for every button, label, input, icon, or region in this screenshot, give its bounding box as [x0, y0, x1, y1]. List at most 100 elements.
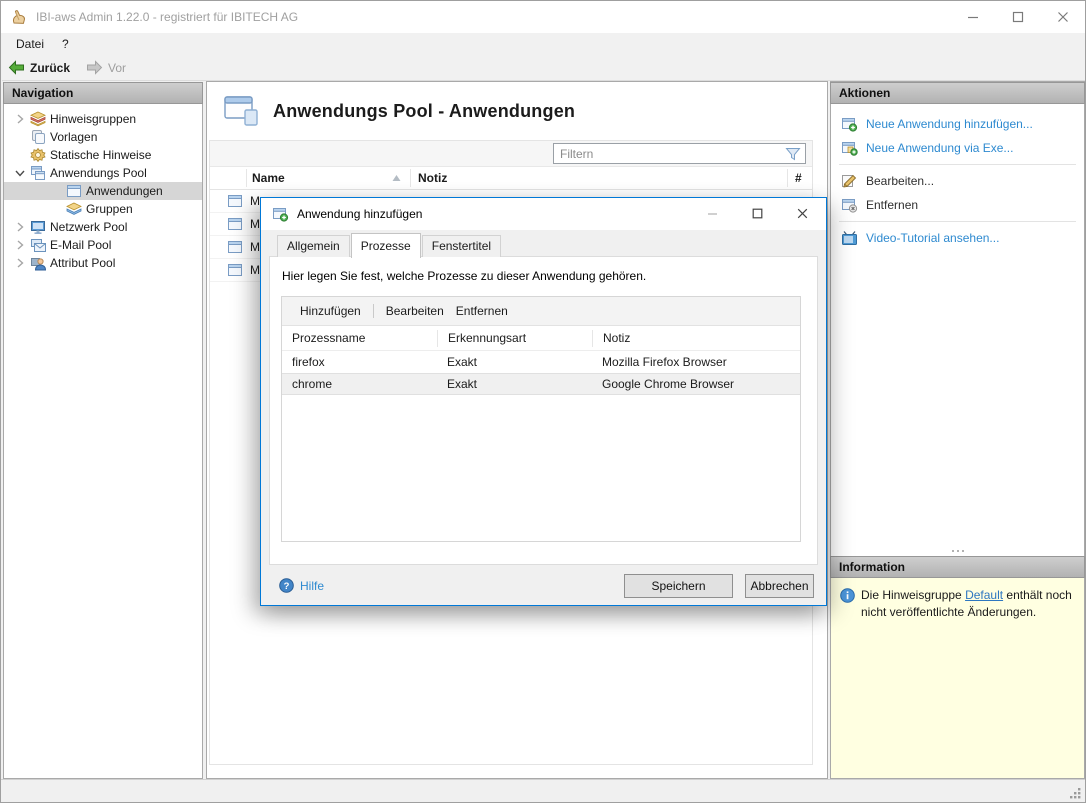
cell-erkennungsart: Exakt: [437, 355, 592, 369]
dialog-close-button[interactable]: [787, 202, 817, 224]
forward-button-label: Vor: [108, 61, 126, 75]
actions-list: Neue Anwendung hinzufügen... Neue Anwend…: [831, 104, 1084, 546]
windows-stack-icon: [30, 165, 46, 181]
funnel-icon[interactable]: [784, 146, 802, 162]
action-new-application[interactable]: Neue Anwendung hinzufügen...: [831, 112, 1084, 136]
nav-item-label: Vorlagen: [50, 130, 97, 144]
menu-help[interactable]: ?: [53, 33, 78, 55]
forward-button[interactable]: Vor: [86, 60, 126, 75]
process-row-firefox[interactable]: firefox Exakt Mozilla Firefox Browser: [282, 351, 800, 373]
menu-datei[interactable]: Datei: [7, 33, 53, 55]
action-remove[interactable]: Entfernen: [831, 193, 1084, 217]
cell-notiz: Mozilla Firefox Browser: [592, 355, 800, 369]
close-button[interactable]: [1040, 1, 1085, 33]
nav-item-netzwerk-pool[interactable]: Netzwerk Pool: [4, 218, 202, 236]
cell-erkennungsart: Exakt: [437, 377, 592, 391]
table-header: Name Notiz #: [210, 167, 812, 190]
column-header-prozessname[interactable]: Prozessname: [282, 330, 437, 347]
information-header: Information: [830, 556, 1085, 578]
default-group-link[interactable]: Default: [965, 588, 1003, 602]
edit-pencil-icon: [841, 173, 858, 189]
information-text: Die Hinweisgruppe Default enthält noch n…: [861, 587, 1075, 778]
nav-item-label: Anwendungen: [86, 184, 163, 198]
nav-item-attribut-pool[interactable]: Attribut Pool: [4, 254, 202, 272]
navigation-tree: Hinweisgruppen Vorlagen Statische Hinwei…: [4, 104, 202, 272]
minimize-button[interactable]: [950, 1, 995, 33]
back-button-label: Zurück: [30, 61, 70, 75]
nav-item-label: Gruppen: [86, 202, 133, 216]
process-remove-button[interactable]: Entfernen: [450, 301, 514, 321]
process-row-chrome[interactable]: chrome Exakt Google Chrome Browser: [282, 373, 800, 395]
chevron-down-icon[interactable]: [12, 165, 28, 181]
save-button[interactable]: Speichern: [624, 574, 733, 598]
tab-allgemein[interactable]: Allgemein: [277, 235, 350, 257]
title-bar: IBI-aws Admin 1.22.0 - registriert für I…: [1, 1, 1085, 33]
dialog-maximize-button[interactable]: [742, 202, 772, 224]
maximize-button[interactable]: [995, 1, 1040, 33]
tv-icon: [841, 230, 858, 246]
filter-band: [210, 141, 812, 167]
action-edit[interactable]: Bearbeiten...: [831, 169, 1084, 193]
dialog-title-bar: Anwendung hinzufügen: [261, 198, 826, 230]
layers-gold-blue-icon: [66, 201, 82, 217]
action-video-tutorial[interactable]: Video-Tutorial ansehen...: [831, 226, 1084, 250]
window-icon: [227, 239, 243, 255]
nav-item-gruppen[interactable]: Gruppen: [4, 200, 202, 218]
nav-item-vorlagen[interactable]: Vorlagen: [4, 128, 202, 146]
chevron-right-icon[interactable]: [12, 219, 28, 235]
nav-item-statische-hinweise[interactable]: Statische Hinweise: [4, 146, 202, 164]
information-body: Die Hinweisgruppe Default enthält noch n…: [831, 578, 1084, 778]
chevron-right-icon[interactable]: [12, 111, 28, 127]
nav-item-hinweisgruppen[interactable]: Hinweisgruppen: [4, 110, 202, 128]
column-header-notiz[interactable]: Notiz: [592, 330, 800, 347]
navigation-header: Navigation: [3, 82, 203, 104]
row-name-fragment: M: [250, 194, 260, 208]
help-circle-icon: ?: [279, 578, 294, 593]
filter-input[interactable]: [554, 147, 784, 161]
nav-item-email-pool[interactable]: E-Mail Pool: [4, 236, 202, 254]
navigation-panel: Navigation Hinweisgruppen Vorlagen Stati…: [3, 82, 203, 779]
window-controls: [950, 1, 1085, 33]
tab-description: Hier legen Sie fest, welche Prozesse zu …: [282, 269, 646, 283]
layers-gold-icon: [30, 111, 46, 127]
row-name-fragment: M: [250, 217, 260, 231]
action-label: Neue Anwendung hinzufügen...: [866, 117, 1033, 131]
process-edit-button[interactable]: Bearbeiten: [380, 301, 450, 321]
page-title-row: Anwendungs Pool - Anwendungen: [207, 82, 827, 140]
add-application-dialog: Anwendung hinzufügen Allgemein Prozesse …: [260, 197, 827, 606]
window-title: IBI-aws Admin 1.22.0 - registriert für I…: [36, 10, 298, 24]
action-label: Neue Anwendung via Exe...: [866, 141, 1013, 155]
cancel-button[interactable]: Abbrechen: [745, 574, 814, 598]
panel-splitter-handle[interactable]: [831, 546, 1084, 556]
cell-notiz: Google Chrome Browser: [592, 377, 800, 391]
nav-item-anwendungen[interactable]: Anwendungen: [4, 182, 202, 200]
cell-prozessname: chrome: [282, 377, 437, 391]
process-add-button[interactable]: Hinzufügen: [294, 301, 367, 321]
column-header-hash[interactable]: #: [795, 171, 802, 185]
monitor-icon: [30, 219, 46, 235]
window-exe-icon: [841, 140, 858, 156]
column-header-erkennungsart[interactable]: Erkennungsart: [437, 330, 592, 347]
help-link[interactable]: ? Hilfe: [279, 578, 324, 593]
windows-stack-large-icon: [223, 95, 261, 127]
toolbar-separator: [373, 304, 374, 318]
window-add-icon: [841, 116, 858, 132]
process-toolbar: Hinzufügen Bearbeiten Entfernen: [282, 297, 800, 326]
action-new-application-via-exe[interactable]: Neue Anwendung via Exe...: [831, 136, 1084, 160]
nav-item-anwendungs-pool[interactable]: Anwendungs Pool: [4, 164, 202, 182]
column-header-name[interactable]: Name: [252, 171, 285, 185]
tab-fenstertitel[interactable]: Fenstertitel: [422, 235, 501, 257]
nav-item-label: E-Mail Pool: [50, 238, 111, 252]
resize-grip[interactable]: [1069, 787, 1082, 800]
tab-prozesse[interactable]: Prozesse: [351, 233, 421, 258]
gear-gold-icon: [30, 147, 46, 163]
chevron-right-icon[interactable]: [12, 237, 28, 253]
column-header-notiz[interactable]: Notiz: [418, 171, 447, 185]
actions-separator: [839, 164, 1076, 165]
window-add-icon: [272, 206, 289, 222]
back-button[interactable]: Zurück: [8, 60, 70, 75]
dialog-minimize-button[interactable]: [697, 202, 727, 224]
info-circle-icon: [840, 588, 855, 778]
person-icon: [30, 255, 46, 271]
chevron-right-icon[interactable]: [12, 255, 28, 271]
